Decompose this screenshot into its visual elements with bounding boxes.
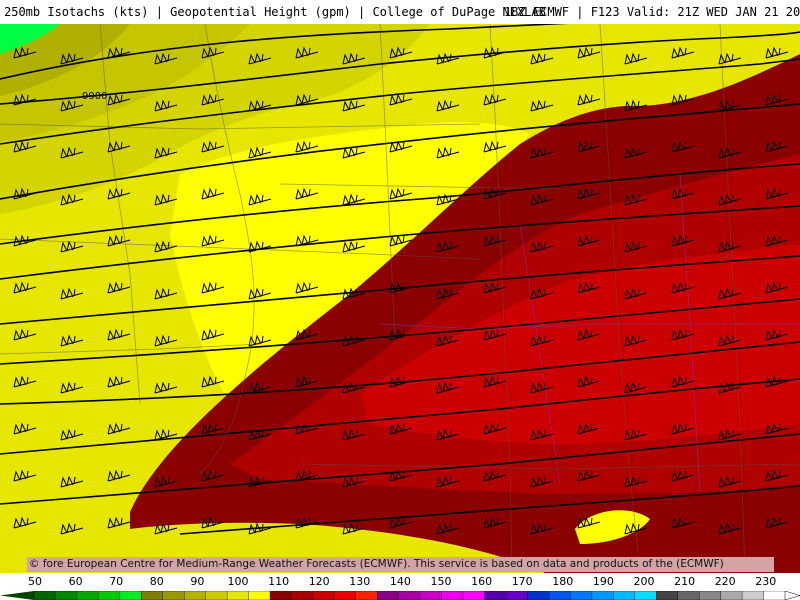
legend-label-110: 110 xyxy=(268,575,290,588)
legend-swatch xyxy=(141,591,164,600)
legend-label-90: 90 xyxy=(190,575,205,588)
legend-swatch xyxy=(591,591,615,600)
legend-swatch xyxy=(420,591,443,600)
legend-swatch xyxy=(355,591,379,600)
legend-swatch xyxy=(548,591,572,600)
legend-label-50: 50 xyxy=(28,575,42,588)
map-title: 250mb Isotachs (kts) | Geopotential Heig… xyxy=(4,5,546,19)
legend-arrow-left xyxy=(0,591,34,600)
legend-swatch xyxy=(441,591,464,600)
legend-label-100: 100 xyxy=(227,575,249,588)
model-valid-time: 18Z ECMWF | F123 Valid: 21Z WED JAN 21 2… xyxy=(504,5,800,19)
legend-label-60: 60 xyxy=(68,575,83,588)
legend-swatch xyxy=(98,591,121,600)
legend-swatch xyxy=(698,591,722,600)
legend-swatch xyxy=(334,591,357,600)
legend-label-200: 200 xyxy=(633,575,655,588)
legend-swatch xyxy=(269,591,293,600)
legend-swatch xyxy=(763,591,786,600)
legend-swatch xyxy=(162,591,185,600)
legend-swatch xyxy=(248,591,271,600)
legend-label-140: 140 xyxy=(389,575,411,588)
legend-swatch xyxy=(226,591,250,600)
legend-label-70: 70 xyxy=(109,575,124,588)
legend-label-160: 160 xyxy=(471,575,493,588)
legend-arrow-right xyxy=(784,591,800,600)
legend-swatch xyxy=(462,591,486,600)
legend-swatch xyxy=(76,591,100,600)
legend-swatch xyxy=(613,591,636,600)
legend-label-150: 150 xyxy=(430,575,452,588)
legend-swatch xyxy=(505,591,529,600)
legend-label-180: 180 xyxy=(552,575,574,588)
isotach-color-bar xyxy=(0,591,800,600)
legend-swatch xyxy=(398,591,421,600)
legend-swatch xyxy=(33,591,57,600)
legend-label-170: 170 xyxy=(511,575,533,588)
legend-swatch xyxy=(484,591,507,600)
contour-label-9900: 9900 xyxy=(82,91,107,102)
legend-label-130: 130 xyxy=(349,575,371,588)
legend-swatch xyxy=(119,591,142,600)
weather-map[interactable]: 9900 xyxy=(0,24,800,573)
legend-swatch xyxy=(656,591,679,600)
legend-swatch xyxy=(741,591,765,600)
legend-swatch xyxy=(570,591,593,600)
legend-label-210: 210 xyxy=(674,575,696,588)
legend-swatch xyxy=(205,591,228,600)
legend-swatch xyxy=(312,591,336,600)
legend-label-220: 220 xyxy=(714,575,736,588)
legend-swatch xyxy=(527,591,550,600)
legend-swatch xyxy=(183,591,207,600)
legend-swatch xyxy=(677,591,700,600)
isotach-legend-labels: 50 60 70 80 90 100 110 120 130 140 150 160 170 180 190… xyxy=(0,573,800,591)
legend-swatch xyxy=(634,591,657,600)
legend-swatch xyxy=(291,591,314,600)
legend-label-120: 120 xyxy=(308,575,330,588)
legend-label-230: 230 xyxy=(755,575,777,588)
legend-swatch xyxy=(55,591,78,600)
legend-swatch xyxy=(720,591,743,600)
map-header: 250mb Isotachs (kts) | Geopotential Heig… xyxy=(0,0,800,24)
legend-label-190: 190 xyxy=(592,575,614,588)
legend-label-80: 80 xyxy=(149,575,164,588)
legend-swatch xyxy=(377,591,400,600)
ecmwf-credit: © fore European Centre for Medium-Range … xyxy=(27,557,774,572)
